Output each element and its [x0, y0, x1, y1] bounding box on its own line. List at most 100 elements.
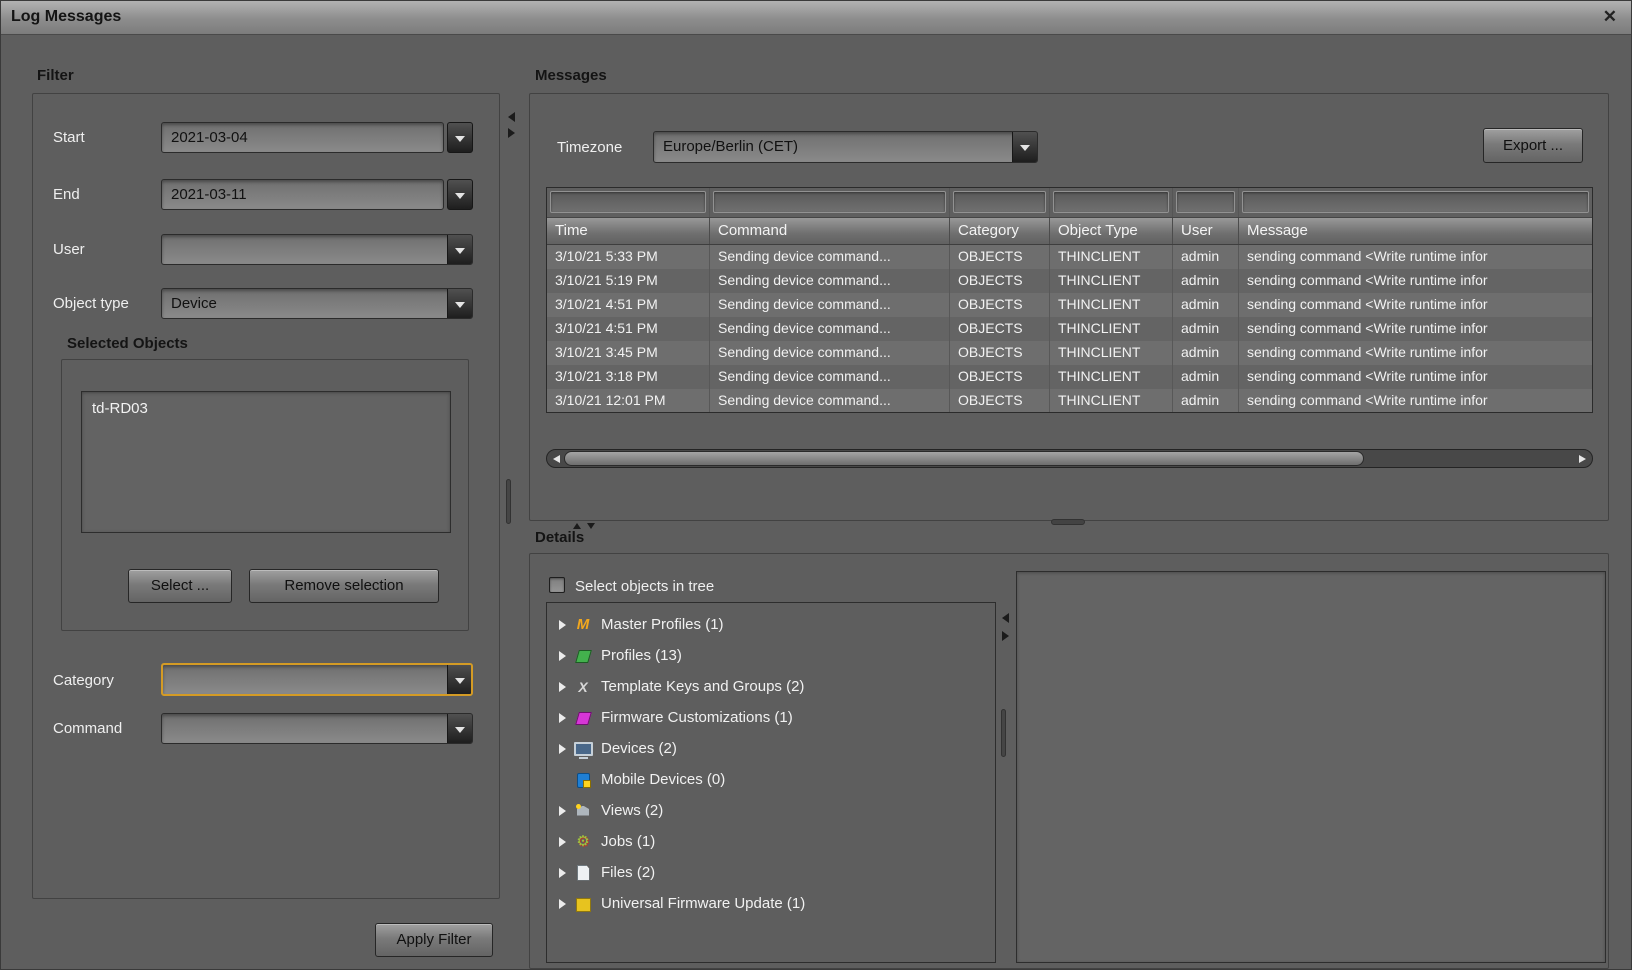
detail-splitter-grip[interactable] [1001, 709, 1006, 757]
object-type-dropdown-icon[interactable] [447, 288, 473, 319]
objects-tree[interactable]: Master Profiles (1) Profiles (13)Template… [546, 602, 996, 963]
expand-arrow-icon[interactable] [559, 682, 566, 692]
timezone-combo[interactable]: Europe/Berlin (CET) [653, 131, 1038, 163]
export-button[interactable]: Export ... [1483, 128, 1583, 163]
tree-item[interactable]: Jobs (1) [547, 826, 995, 857]
expand-arrow-icon[interactable] [559, 837, 566, 847]
table-cell: THINCLIENT [1050, 365, 1173, 389]
object-type-combo[interactable]: Device [161, 288, 473, 319]
expand-arrow-icon[interactable] [559, 713, 566, 723]
scrollbar-thumb[interactable] [564, 451, 1364, 466]
user-dropdown-icon[interactable] [447, 234, 473, 265]
selected-object-item[interactable]: td-RD03 [82, 398, 450, 419]
start-date-field[interactable]: 2021-03-04 [161, 122, 444, 153]
tree-item-label: Jobs (1) [601, 833, 655, 850]
tree-item[interactable]: Devices (2) [547, 733, 995, 764]
command-dropdown-icon[interactable] [447, 713, 473, 744]
table-cell: 3/10/21 4:51 PM [547, 317, 710, 341]
horizontal-splitter-grip[interactable] [1051, 519, 1085, 525]
table-cell: admin [1173, 341, 1239, 365]
expand-arrow-icon[interactable] [559, 620, 566, 630]
user-combo[interactable] [161, 234, 473, 265]
table-row[interactable]: 3/10/21 3:18 PMSending device command...… [547, 365, 1592, 389]
tree-item-label: Universal Firmware Update (1) [601, 895, 805, 912]
tree-item[interactable]: Firmware Customizations (1) [547, 702, 995, 733]
collapse-left-icon[interactable] [508, 112, 515, 122]
table-row[interactable]: 3/10/21 5:33 PMSending device command...… [547, 245, 1592, 269]
column-filter-input[interactable] [1053, 191, 1169, 213]
tree-item-label: Master Profiles (1) [601, 616, 724, 633]
tree-item-label: Files (2) [601, 864, 655, 881]
detail-collapse-left-icon[interactable] [1002, 613, 1009, 623]
close-icon[interactable]: ✕ [1603, 7, 1617, 27]
title-bar: Log Messages ✕ [1, 1, 1631, 35]
select-objects-in-tree-checkbox[interactable] [549, 577, 565, 593]
column-header-object-type[interactable]: Object Type [1050, 218, 1173, 244]
tree-item[interactable]: Files (2) [547, 857, 995, 888]
column-header-user[interactable]: User [1173, 218, 1239, 244]
scroll-left-icon[interactable] [553, 455, 560, 463]
column-header-command[interactable]: Command [710, 218, 950, 244]
profiles-icon [574, 648, 592, 664]
tree-item[interactable]: Master Profiles (1) [547, 609, 995, 640]
expand-arrow-icon[interactable] [559, 651, 566, 661]
table-row[interactable]: 3/10/21 5:19 PMSending device command...… [547, 269, 1592, 293]
selected-objects-section-title: Selected Objects [67, 335, 188, 352]
column-filter-input[interactable] [713, 191, 946, 213]
table-row[interactable]: 3/10/21 3:45 PMSending device command...… [547, 341, 1592, 365]
object-type-combo-value: Device [171, 295, 217, 312]
start-date-dropdown-icon[interactable] [447, 122, 473, 153]
devices-icon [574, 741, 592, 757]
messages-table-header: TimeCommandCategoryObject TypeUserMessag… [547, 218, 1592, 245]
table-row[interactable]: 3/10/21 12:01 PMSending device command..… [547, 389, 1592, 413]
tree-item[interactable]: Views (2) [547, 795, 995, 826]
table-cell: sending command <Write runtime infor [1239, 365, 1592, 389]
table-cell: THINCLIENT [1050, 293, 1173, 317]
column-filter-cell [547, 188, 710, 217]
horizontal-scrollbar[interactable] [546, 449, 1593, 468]
user-label: User [53, 241, 85, 258]
messages-section-title: Messages [535, 67, 607, 84]
tree-item[interactable]: Template Keys and Groups (2) [547, 671, 995, 702]
scroll-right-icon[interactable] [1579, 455, 1586, 463]
splitter-down-icon[interactable] [587, 523, 595, 529]
tree-item[interactable]: Universal Firmware Update (1) [547, 888, 995, 919]
expand-arrow-icon[interactable] [559, 806, 566, 816]
table-cell: admin [1173, 389, 1239, 413]
detail-expand-right-icon[interactable] [1002, 631, 1009, 641]
remove-selection-button[interactable]: Remove selection [249, 569, 439, 603]
expand-arrow-icon[interactable] [559, 744, 566, 754]
template-keys-icon [574, 679, 592, 695]
expand-right-icon[interactable] [508, 128, 515, 138]
vertical-splitter-grip[interactable] [506, 479, 511, 524]
views-icon [574, 803, 592, 819]
selected-objects-list[interactable]: td-RD03 [81, 391, 451, 533]
end-date-field[interactable]: 2021-03-11 [161, 179, 444, 210]
column-filter-input[interactable] [1242, 191, 1589, 213]
command-combo[interactable] [161, 713, 473, 744]
table-cell: THINCLIENT [1050, 341, 1173, 365]
column-filter-input[interactable] [550, 191, 706, 213]
column-header-message[interactable]: Message [1239, 218, 1592, 244]
expand-arrow-icon[interactable] [559, 899, 566, 909]
column-filter-cell [950, 188, 1050, 217]
table-cell: sending command <Write runtime infor [1239, 389, 1592, 413]
tree-item[interactable]: Profiles (13) [547, 640, 995, 671]
timezone-dropdown-icon[interactable] [1012, 131, 1038, 163]
tree-item[interactable]: Mobile Devices (0) [547, 764, 995, 795]
column-filter-input[interactable] [953, 191, 1046, 213]
category-combo[interactable] [161, 663, 473, 696]
table-row[interactable]: 3/10/21 4:51 PMSending device command...… [547, 293, 1592, 317]
category-dropdown-icon[interactable] [447, 663, 473, 696]
end-date-dropdown-icon[interactable] [447, 179, 473, 210]
column-header-category[interactable]: Category [950, 218, 1050, 244]
table-cell: Sending device command... [710, 317, 950, 341]
apply-filter-button[interactable]: Apply Filter [375, 923, 493, 957]
table-row[interactable]: 3/10/21 4:51 PMSending device command...… [547, 317, 1592, 341]
select-objects-button[interactable]: Select ... [128, 569, 232, 603]
end-date-value: 2021-03-11 [171, 186, 247, 203]
column-header-time[interactable]: Time [547, 218, 710, 244]
column-filter-input[interactable] [1176, 191, 1235, 213]
table-cell: Sending device command... [710, 341, 950, 365]
expand-arrow-icon[interactable] [559, 868, 566, 878]
